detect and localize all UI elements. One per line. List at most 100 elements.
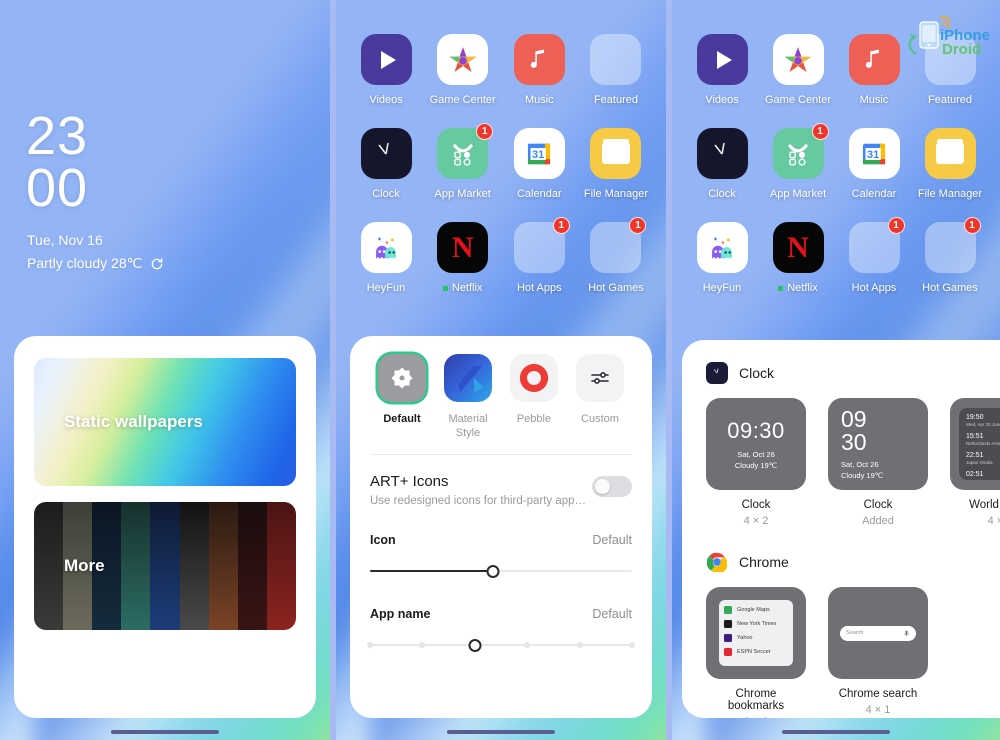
widget-picker-panel: Videos Game Center Music Featured Clock …: [672, 0, 1000, 740]
widget-list: 09:30 Sat, Oct 26 Cloudy 19℃ Clock 4 × 2…: [706, 398, 1000, 527]
wc-place: Netherlands Amsterdam: [966, 441, 1000, 446]
app-clock[interactable]: Clock: [686, 128, 758, 200]
app-hot-apps[interactable]: 1 Hot Apps: [838, 217, 910, 294]
app-label: App Market: [434, 188, 491, 200]
widget-chrome-bookmarks[interactable]: Google Maps New York Times Yahoo ESPN So…: [706, 587, 806, 718]
wc-place: Antarctica Antarctica South Station: [966, 479, 1000, 480]
watermark-line2: Droid: [942, 41, 981, 58]
app-videos[interactable]: Videos: [350, 34, 422, 106]
widget-clock-stacked[interactable]: 09 30 Sat, Oct 26 Cloudy 19℃ Clock Added: [828, 398, 928, 527]
appname-size-slider[interactable]: [367, 635, 635, 655]
clock-hour: 23: [26, 106, 89, 166]
widget-group-name: Chrome: [739, 554, 789, 570]
material-style-icon: [444, 354, 492, 402]
app-row: Clock 1 App Market 31 Calendar File Mana…: [350, 123, 652, 200]
icon-style-custom[interactable]: Custom: [568, 354, 632, 440]
app-calendar[interactable]: 31 Calendar: [838, 128, 910, 200]
app-market-icon: 1: [772, 123, 829, 179]
app-file-manager[interactable]: File Manager: [580, 128, 652, 200]
app-label: Calendar: [516, 188, 562, 200]
app-game-center[interactable]: Game Center: [427, 34, 499, 106]
icon-size-slider[interactable]: [370, 561, 632, 581]
app-game-center[interactable]: Game Center: [762, 34, 834, 106]
bookmark-label: Yahoo: [737, 635, 753, 641]
search-box-preview: Search: [840, 625, 916, 641]
app-file-manager[interactable]: File Manager: [914, 128, 986, 200]
file-manager-icon: [590, 128, 642, 179]
icon-slider-value: Default: [592, 533, 632, 547]
app-label: Hot Games: [588, 282, 644, 294]
art-icons-subtitle: Use redesigned icons for third-party app…: [370, 495, 587, 507]
app-label: Netflix: [443, 282, 483, 294]
icon-slider-label: Icon: [370, 533, 396, 547]
badge-count: 1: [629, 217, 647, 234]
home-indicator[interactable]: [447, 730, 555, 734]
icon-style-pebble[interactable]: Pebble: [502, 354, 566, 440]
app-grid: Videos Game Center Music Featured Clock …: [336, 34, 666, 316]
app-label: Videos: [705, 94, 739, 106]
widget-preview: 09:30 Sat, Oct 26 Cloudy 19℃: [706, 398, 806, 490]
home-indicator[interactable]: [111, 730, 219, 734]
app-row: Videos Game Center Music Featured: [350, 34, 652, 106]
app-label: Featured: [927, 94, 973, 106]
app-videos[interactable]: Videos: [686, 34, 758, 106]
app-label: Videos: [369, 94, 403, 106]
widget-chrome-search[interactable]: Search Chrome search 4 × 1: [828, 587, 928, 718]
app-label: Netflix: [778, 282, 818, 294]
app-app-market[interactable]: 1 App Market: [762, 123, 834, 200]
netflix-icon: N: [437, 222, 489, 273]
widget-list: Google Maps New York Times Yahoo ESPN So…: [706, 587, 1000, 718]
widget-clock-4x2[interactable]: 09:30 Sat, Oct 26 Cloudy 19℃ Clock 4 × 2: [706, 398, 806, 527]
app-netflix[interactable]: N Netflix: [427, 222, 499, 294]
videos-icon: [696, 34, 748, 85]
app-heyfun[interactable]: HeyFun: [686, 222, 758, 294]
widget-date: Sat, Oct 26: [737, 449, 775, 459]
app-clock[interactable]: Clock: [350, 128, 422, 200]
widget-date: Sat, Oct 26: [841, 459, 879, 469]
app-netflix[interactable]: N Netflix: [762, 222, 834, 294]
calendar-icon: 31: [513, 128, 565, 179]
music-icon: [513, 34, 565, 85]
app-music[interactable]: Music: [503, 34, 575, 106]
art-icons-toggle[interactable]: [592, 476, 632, 497]
app-featured[interactable]: Featured: [580, 34, 652, 106]
app-label: Game Center: [764, 94, 832, 106]
badge-count: 1: [476, 123, 494, 140]
widget-world-clock[interactable]: 19:50 Wed, Apr 20 June 19°C 15:51 Nether…: [950, 398, 1000, 527]
home-indicator[interactable]: [782, 730, 890, 734]
world-clock-list: 19:50 Wed, Apr 20 June 19°C 15:51 Nether…: [959, 408, 1000, 480]
icon-style-default[interactable]: Default: [370, 354, 434, 440]
videos-icon: [360, 34, 412, 85]
app-app-market[interactable]: 1 App Market: [427, 123, 499, 200]
art-icons-row[interactable]: ART+ Icons Use redesigned icons for thir…: [350, 455, 652, 507]
widget-preview: 19:50 Wed, Apr 20 June 19°C 15:51 Nether…: [950, 398, 1000, 490]
app-hot-games[interactable]: 1 Hot Games: [580, 217, 652, 294]
icon-style-material[interactable]: Material Style: [436, 354, 500, 440]
widget-preview: 09 30 Sat, Oct 26 Cloudy 19℃: [828, 398, 928, 490]
app-hot-games[interactable]: 1 Hot Games: [914, 217, 986, 294]
app-label: Music: [524, 94, 554, 106]
refresh-icon[interactable]: [150, 257, 164, 271]
lockscreen-date: Tue, Nov 16: [27, 232, 103, 248]
more-wallpapers-card[interactable]: More: [34, 502, 296, 630]
chrome-icon: [706, 551, 728, 573]
clock-icon: [360, 128, 412, 179]
app-calendar[interactable]: 31 Calendar: [503, 128, 575, 200]
widget-time-hour: 09: [841, 405, 867, 432]
widget-title: Clock: [863, 499, 893, 511]
wc-time: 22:51: [966, 452, 984, 459]
app-hot-apps[interactable]: 1 Hot Apps: [503, 217, 575, 294]
file-manager-icon: [924, 128, 976, 179]
watermark-logo: iPhone Droid: [890, 4, 994, 64]
widget-group-header: Clock: [706, 362, 1000, 384]
icon-style-label: Custom: [581, 413, 619, 425]
default-style-icon: [378, 354, 426, 402]
custom-style-icon: [576, 354, 624, 402]
app-heyfun[interactable]: HeyFun: [350, 222, 422, 294]
app-label: App Market: [769, 188, 827, 200]
icon-style-label: Pebble: [516, 413, 552, 425]
wc-place: Japan Osaka: [966, 460, 993, 465]
static-wallpapers-card[interactable]: Static wallpapers: [34, 358, 296, 486]
appname-slider-value: Default: [592, 607, 632, 621]
widget-size: 4 × 2: [743, 515, 769, 527]
